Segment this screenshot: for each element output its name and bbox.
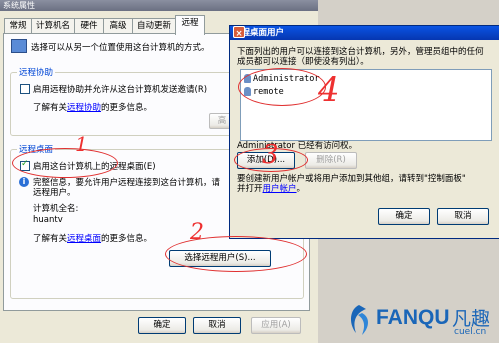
cancel-button[interactable]: 取消 [193, 317, 241, 334]
annotation-number-step3: 3 [262, 140, 279, 170]
annotation-circle-step2 [165, 236, 307, 272]
intro-text: 选择可以从另一个位置使用这台计算机的方式。 [31, 43, 210, 53]
remote-desktop-warning-line2: 远程用户。 [33, 188, 76, 198]
window-title: 系统属性 [3, 1, 35, 10]
system-properties-titlebar[interactable]: 系统属性 [0, 0, 318, 11]
dialog-cancel-button[interactable]: 取消 [437, 208, 489, 225]
tab-hardware[interactable]: 硬件 [74, 18, 104, 34]
remote-desktop-users-dialog: 远程桌面用户 ? × 下面列出的用户可以连接到这台计算机，另外，管理员组中的任何… [229, 25, 499, 239]
ok-button[interactable]: 确定 [138, 317, 186, 334]
dialog-ok-button[interactable]: 确定 [378, 208, 430, 225]
tab-automatic-updates[interactable]: 自动更新 [132, 18, 176, 34]
annotation-number-step1: 1 [75, 132, 88, 156]
info-icon: i [19, 177, 29, 187]
remove-button[interactable]: 删除(R) [305, 152, 357, 169]
remote-assistance-link[interactable]: 远程协助 [67, 103, 101, 113]
remote-assistance-title: 远程协助 [17, 66, 56, 78]
watermark-logo: FANQU 凡趣 cuel.cn [336, 300, 499, 343]
remote-assistance-checkbox[interactable] [20, 84, 30, 94]
help-text-line2: 并打开用户帐户。 [237, 184, 306, 194]
tab-computer-name[interactable]: 计算机名 [31, 18, 75, 34]
remote-assistance-label[interactable]: 启用远程协助并允许从这台计算机发送邀请(R) [33, 83, 207, 95]
watermark-brand: FANQU [376, 306, 450, 329]
fanqu-logo-icon [350, 305, 368, 335]
annotation-circle-step1 [12, 148, 118, 178]
user-accounts-link[interactable]: 用户帐户 [263, 184, 297, 194]
tab-advanced[interactable]: 高级 [103, 18, 133, 34]
apply-button[interactable]: 应用(A) [251, 317, 301, 334]
computer-name-value: huantv [33, 215, 63, 225]
remote-desktop-users-titlebar[interactable]: 远程桌面用户 ? × [230, 26, 499, 40]
annotation-number-step4: 4 [318, 70, 340, 110]
watermark-domain: cuel.cn [454, 327, 487, 337]
annotation-circle-step4 [238, 68, 326, 106]
description-line2: 成员都可以连接（即使没有列出）。 [237, 57, 369, 67]
remote-assistance-more-info: 了解有关远程协助的更多信息。 [33, 103, 153, 113]
annotation-number-step2: 2 [190, 220, 204, 245]
remote-desktop-more-info: 了解有关远程桌面的更多信息。 [33, 234, 153, 244]
close-icon[interactable]: × [233, 26, 245, 39]
computer-name-label: 计算机全名: [33, 204, 79, 214]
computer-icon [11, 39, 27, 53]
tab-general[interactable]: 常规 [4, 18, 32, 34]
tab-remote[interactable]: 远程 [175, 15, 205, 35]
remote-desktop-link[interactable]: 远程桌面 [67, 234, 101, 244]
